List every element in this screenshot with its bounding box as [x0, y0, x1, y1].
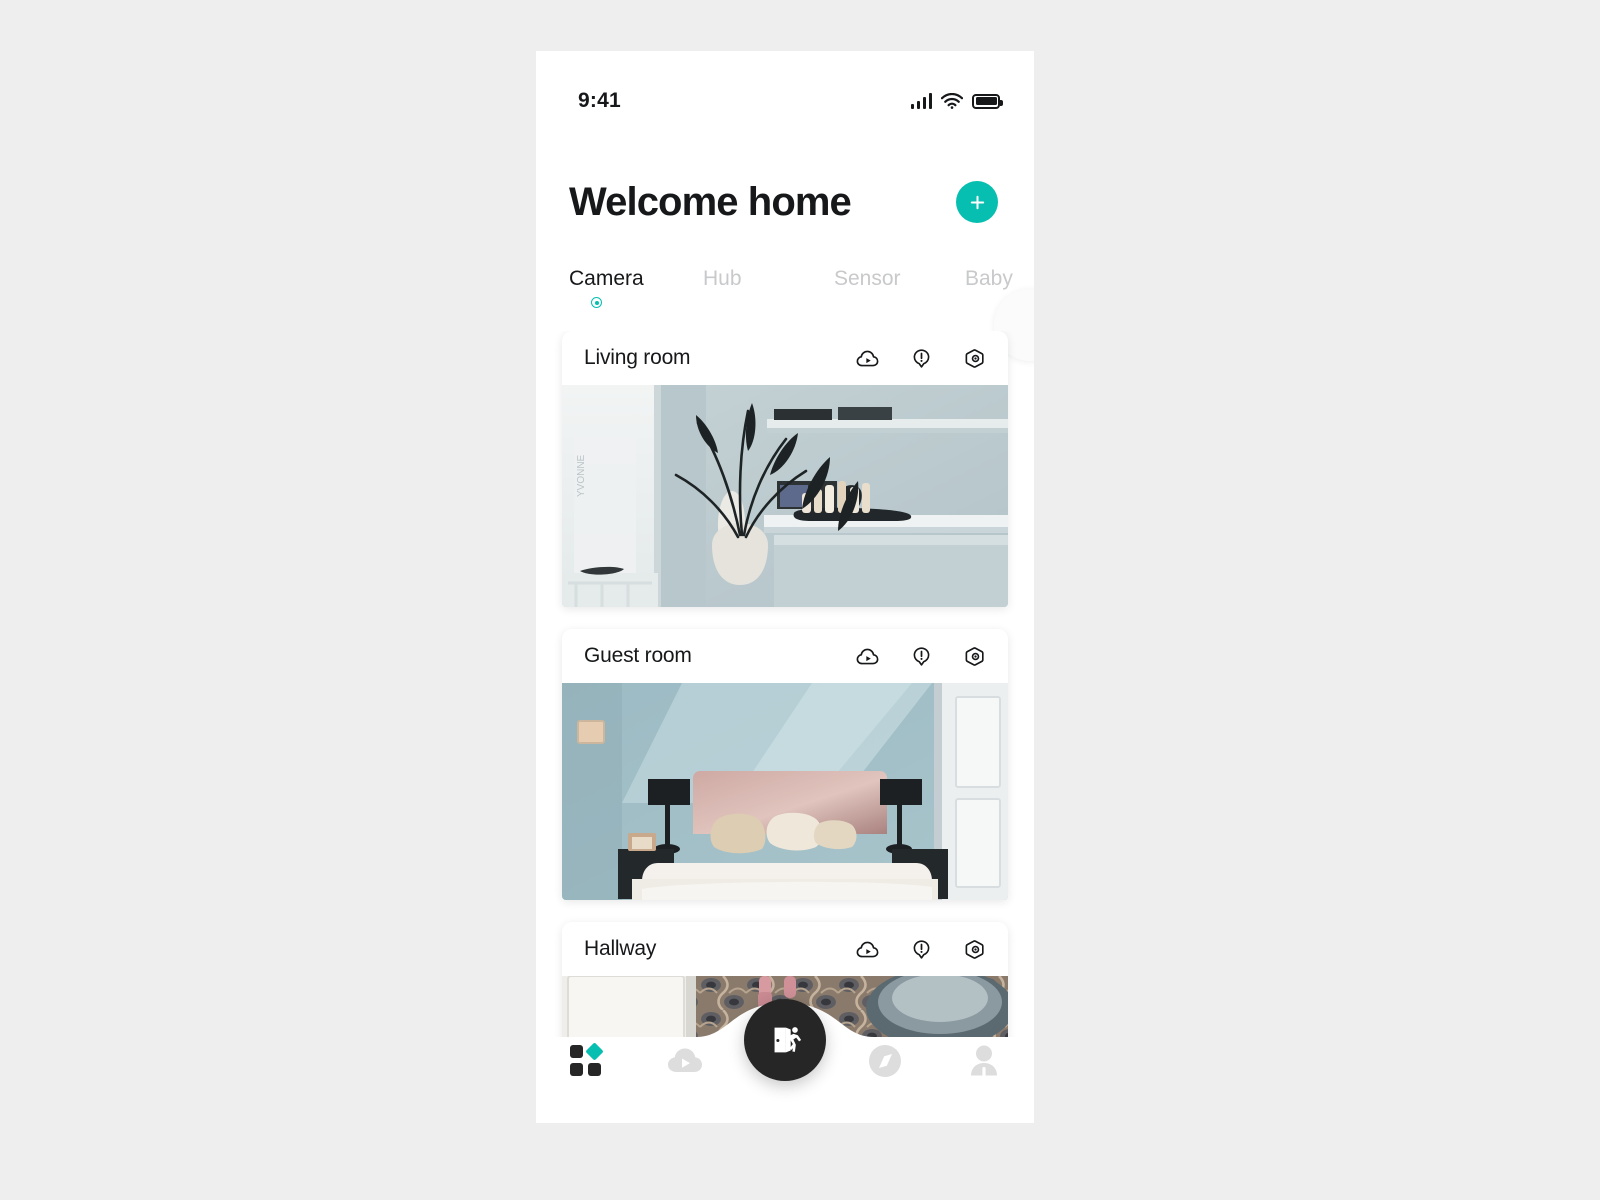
status-bar: 9:41 — [536, 51, 1034, 125]
wifi-icon — [940, 92, 964, 109]
svg-text:YVONNE: YVONNE — [576, 454, 587, 497]
hex-settings-icon[interactable] — [963, 644, 988, 669]
alert-pin-icon[interactable] — [909, 937, 934, 962]
nav-profile[interactable] — [934, 1031, 1034, 1091]
tab-sensor[interactable]: Sensor — [834, 259, 965, 291]
camera-card-living-room[interactable]: Living room YVONNE — [562, 331, 1008, 607]
plus-icon — [970, 195, 984, 209]
tab-camera[interactable]: Camera — [569, 259, 703, 308]
nav-dashboard[interactable] — [536, 1031, 636, 1091]
leave-home-button[interactable] — [744, 999, 826, 1081]
tab-bar: Camera Hub Sensor Baby — [536, 259, 1034, 321]
add-device-button[interactable] — [956, 181, 998, 223]
card-action-group — [855, 937, 988, 962]
page-header: Welcome home — [536, 159, 1034, 245]
cloud-play-icon — [668, 1048, 703, 1072]
tab-hub[interactable]: Hub — [703, 259, 834, 291]
nav-explore[interactable] — [835, 1031, 935, 1091]
screenshot-canvas: 9:41 Welcome home Camera Hub Sensor Baby… — [0, 0, 1600, 1200]
cloud-play-icon[interactable] — [855, 346, 880, 371]
cloud-play-icon[interactable] — [855, 937, 880, 962]
bottom-nav-bar — [536, 999, 1034, 1123]
door-exit-icon — [774, 1027, 802, 1053]
active-tab-indicator — [591, 297, 602, 308]
alert-pin-icon[interactable] — [909, 346, 934, 371]
status-time: 9:41 — [578, 89, 621, 112]
card-header: Hallway — [562, 922, 1008, 976]
card-header: Guest room — [562, 629, 1008, 683]
card-title: Living room — [584, 346, 691, 369]
alert-pin-icon[interactable] — [909, 644, 934, 669]
camera-photo-guest-room — [562, 683, 1008, 900]
hex-settings-icon[interactable] — [963, 346, 988, 371]
tab-camera-label: Camera — [569, 267, 644, 290]
tab-baby[interactable]: Baby — [965, 259, 1013, 291]
card-action-group — [855, 346, 988, 371]
card-title: Guest room — [584, 644, 692, 667]
camera-photo-living-room: YVONNE — [562, 385, 1008, 607]
card-action-group — [855, 644, 988, 669]
cloud-play-icon[interactable] — [855, 644, 880, 669]
nav-recordings[interactable] — [636, 1031, 736, 1091]
battery-full-icon — [972, 93, 1003, 109]
status-icon-group — [910, 92, 1003, 109]
hex-settings-icon[interactable] — [963, 937, 988, 962]
person-icon — [971, 1045, 998, 1078]
card-title: Hallway — [584, 937, 657, 960]
card-header: Living room — [562, 331, 1008, 385]
camera-card-guest-room[interactable]: Guest room — [562, 629, 1008, 900]
phone-frame: 9:41 Welcome home Camera Hub Sensor Baby… — [536, 51, 1034, 1123]
page-title: Welcome home — [569, 179, 852, 224]
signal-bars-icon — [910, 93, 932, 109]
grid-dashboard-icon — [569, 1042, 604, 1077]
compass-icon — [868, 1045, 901, 1077]
